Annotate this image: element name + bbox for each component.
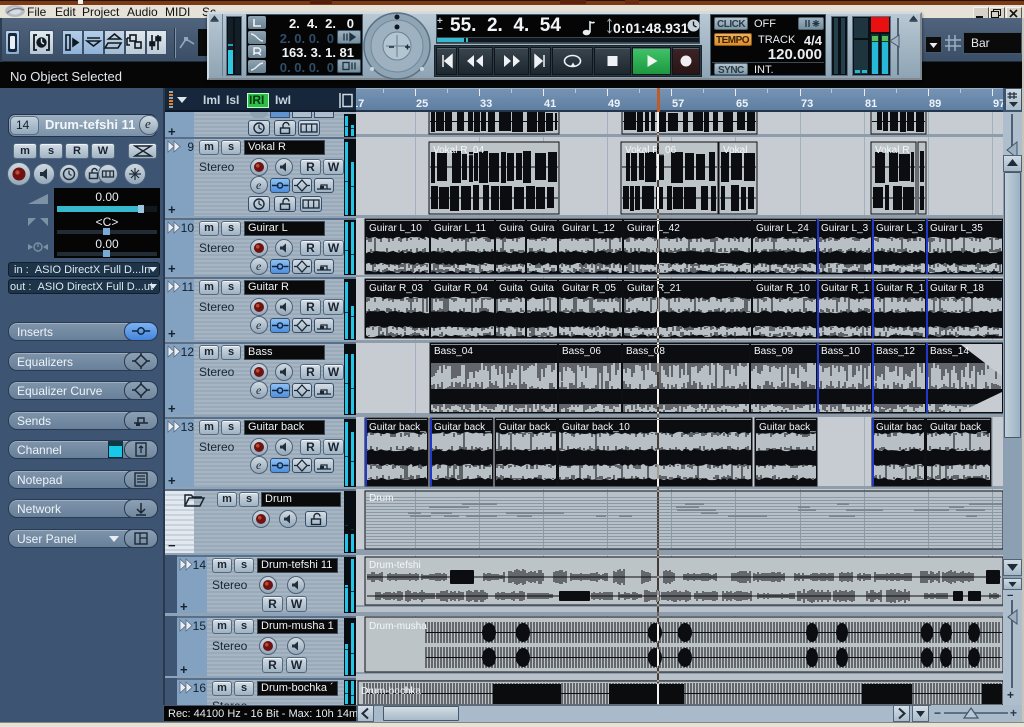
svg-text:Guitar back_: Guitar back_ <box>759 422 816 433</box>
svg-text:Guirar L_3: Guirar L_3 <box>876 223 924 234</box>
svg-text:89: 89 <box>929 98 941 110</box>
svg-text:Vokal R: Vokal R <box>875 145 909 156</box>
svg-text:Guitar back_: Guitar back_ <box>434 422 491 433</box>
svg-text:Guira: Guira <box>499 223 524 234</box>
svg-text:Drum-musha: Drum-musha <box>369 621 427 632</box>
svg-text:Guitar R_21: Guitar R_21 <box>627 283 681 294</box>
svg-text:Bass_12: Bass_12 <box>876 346 915 357</box>
svg-text:81: 81 <box>865 98 877 110</box>
svg-text:Guitar R_05: Guitar R_05 <box>562 283 616 294</box>
svg-text:Guirar L_24: Guirar L_24 <box>756 223 809 234</box>
svg-text:Bass_06: Bass_06 <box>562 346 601 357</box>
svg-text:Guitar back_10: Guitar back_10 <box>562 422 630 433</box>
svg-text:Guitar R_1: Guitar R_1 <box>821 283 870 294</box>
svg-text:Bass_09: Bass_09 <box>754 346 793 357</box>
svg-text:Guitar bac: Guitar bac <box>876 422 922 433</box>
svg-text:Guirar L_10: Guirar L_10 <box>369 223 422 234</box>
svg-text:Vokal: Vokal <box>723 145 747 156</box>
svg-text:Guitar R_18: Guitar R_18 <box>930 283 984 294</box>
svg-text:33: 33 <box>480 98 492 110</box>
svg-text:Guirar L_11: Guirar L_11 <box>434 223 487 234</box>
svg-text:Guirar L_42: Guirar L_42 <box>627 223 680 234</box>
svg-text:Guitar R_03: Guitar R_03 <box>369 283 423 294</box>
svg-text:Vokal R_04: Vokal R_04 <box>433 145 485 156</box>
svg-text:97: 97 <box>993 98 1003 110</box>
svg-text:25: 25 <box>416 98 428 110</box>
svg-text:Bass_08: Bass_08 <box>626 346 665 357</box>
svg-text:49: 49 <box>608 98 620 110</box>
svg-text:Vokal R_06: Vokal R_06 <box>625 145 677 156</box>
svg-text:Guita: Guita <box>499 283 523 294</box>
svg-text:Guitar R_1: Guitar R_1 <box>876 283 925 294</box>
svg-text:Guitar R_10: Guitar R_10 <box>756 283 810 294</box>
svg-text:Drum: Drum <box>369 493 393 504</box>
svg-text:57: 57 <box>672 98 684 110</box>
svg-text:41: 41 <box>544 98 556 110</box>
svg-text:73: 73 <box>801 98 813 110</box>
svg-text:Guitar R_04: Guitar R_04 <box>434 283 488 294</box>
svg-text:17: 17 <box>356 98 364 110</box>
svg-text:Drum-bochka: Drum-bochka <box>361 686 421 697</box>
svg-text:Guita: Guita <box>530 283 554 294</box>
svg-text:Guitar back_: Guitar back_ <box>499 422 556 433</box>
svg-text:Guitar back_: Guitar back_ <box>930 422 987 433</box>
svg-text:Bass_14: Bass_14 <box>930 346 969 357</box>
svg-text:Bass_04: Bass_04 <box>434 346 473 357</box>
svg-text:Guitar back_: Guitar back_ <box>369 422 426 433</box>
svg-text:65: 65 <box>736 98 748 110</box>
svg-text:Guirar L_35: Guirar L_35 <box>930 223 983 234</box>
svg-text:Guira: Guira <box>530 223 555 234</box>
svg-text:Bass_10: Bass_10 <box>821 346 860 357</box>
svg-text:Guirar L_3: Guirar L_3 <box>821 223 869 234</box>
svg-text:Drum-tefshi: Drum-tefshi <box>369 560 421 571</box>
svg-text:Guirar L_12: Guirar L_12 <box>562 223 615 234</box>
